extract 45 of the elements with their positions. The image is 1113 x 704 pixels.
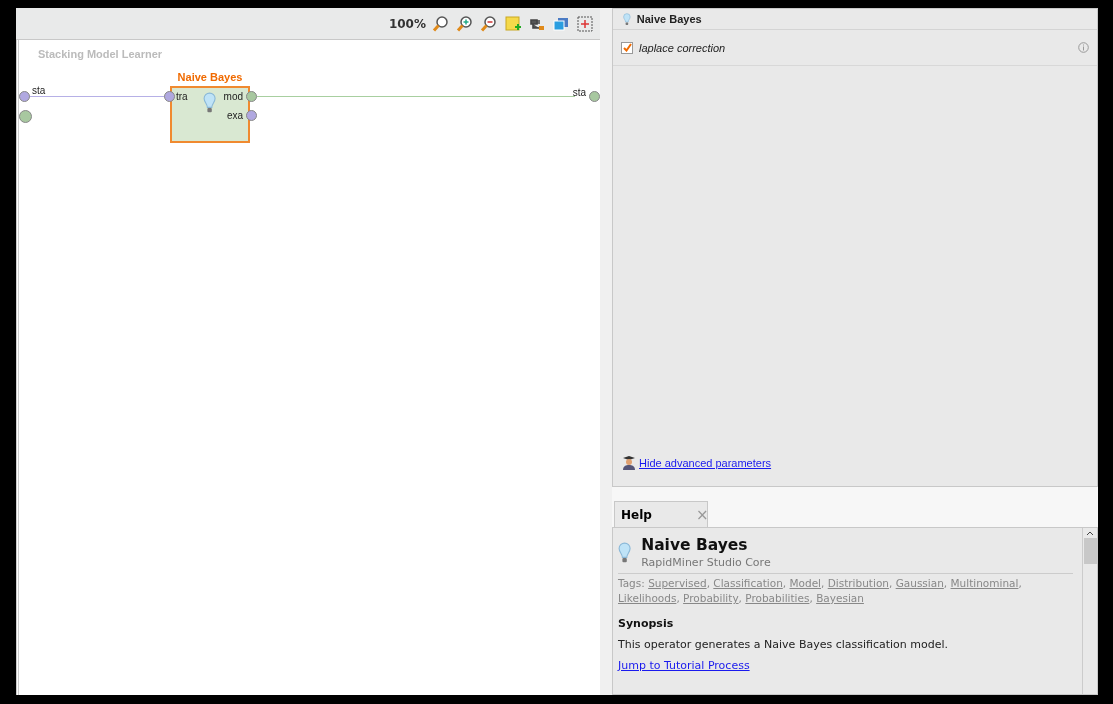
zoom-in-icon[interactable] <box>456 14 474 33</box>
lightbulb-icon <box>618 542 632 564</box>
tag-link[interactable]: Probability <box>683 592 739 604</box>
tag-link[interactable]: Bayesian <box>816 592 864 604</box>
tag-link[interactable]: Model <box>789 577 821 589</box>
lightbulb-icon <box>203 92 217 114</box>
port-icon[interactable] <box>19 91 30 102</box>
process-title: Stacking Model Learner <box>38 48 163 60</box>
lightbulb-icon <box>623 12 631 26</box>
operator-name: Naive Bayes <box>176 71 244 83</box>
close-icon[interactable]: × <box>695 505 709 524</box>
port-icon[interactable] <box>246 91 257 102</box>
graduate-icon <box>622 455 636 470</box>
help-tab[interactable]: Help × <box>614 501 708 527</box>
checkbox[interactable] <box>621 41 633 54</box>
fit-view-icon[interactable] <box>576 14 594 33</box>
tag-link[interactable]: Classification <box>713 577 783 589</box>
section-heading: Synopsis <box>618 617 675 630</box>
zoom-reset-icon[interactable] <box>432 14 450 33</box>
port-label: sta <box>572 87 586 98</box>
port-icon[interactable] <box>246 110 257 121</box>
info-icon[interactable] <box>1078 42 1089 53</box>
port-label: exa <box>225 110 243 121</box>
tag-link[interactable]: Distribution <box>827 577 889 589</box>
hide-advanced-link[interactable]: Hide advanced parameters <box>639 456 772 469</box>
synopsis-text: This operator generates a Naive Bayes classification model. <box>618 638 950 651</box>
operator-source: RapidMiner Studio Core <box>641 556 771 569</box>
parameter-label: laplace correction <box>639 41 727 54</box>
operator-box[interactable] <box>170 86 250 143</box>
tag-link[interactable]: Gaussian <box>895 577 944 589</box>
operator-title: Naive Bayes <box>641 536 749 554</box>
port-icon[interactable] <box>19 110 32 123</box>
panel-title: Naive Bayes <box>636 13 702 25</box>
port-label: sta <box>32 85 46 96</box>
scrollbar[interactable] <box>1082 528 1097 694</box>
port-label: tra <box>176 91 188 102</box>
port-label: mod <box>222 91 243 102</box>
note-add-icon[interactable] <box>504 14 522 33</box>
scroll-thumb[interactable] <box>1083 538 1097 564</box>
tags-line: Tags: Supervised, Classification, Model, Distribution, Gaussian, Multinominal, Likelihoods, Probability, Probabilities, Bayesian <box>618 573 1073 606</box>
zoom-level: 100% <box>388 16 426 31</box>
tutorial-link[interactable]: Jump to Tutorial Process <box>618 659 750 672</box>
tag-link[interactable]: Supervised <box>648 577 707 589</box>
port-icon[interactable] <box>164 91 175 102</box>
zoom-out-icon[interactable] <box>480 14 498 33</box>
